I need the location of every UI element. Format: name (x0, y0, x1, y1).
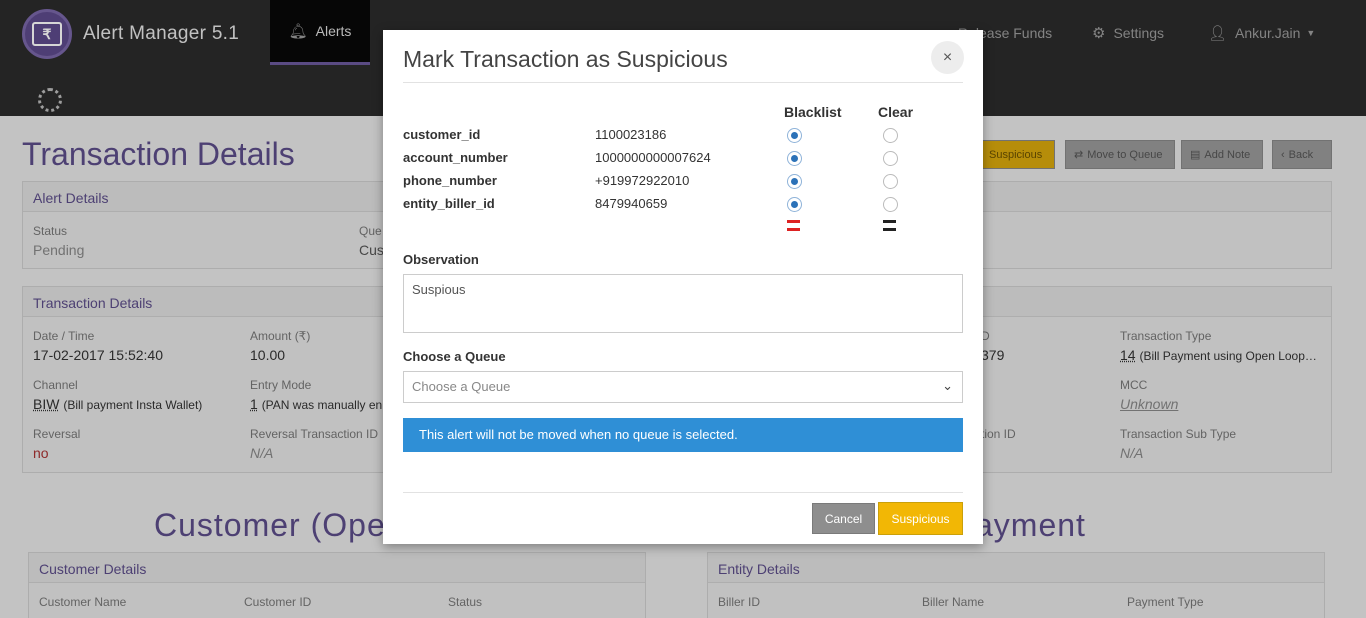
chevron-down-icon: ⌄ (942, 378, 953, 393)
blacklist-radio-entity-biller-id[interactable] (787, 197, 802, 212)
blacklist-radio-customer-id[interactable] (787, 128, 802, 143)
field-name-account-number: account_number (403, 150, 508, 165)
queue-info-alert: This alert will not be moved when no que… (403, 418, 963, 452)
clear-all-icon[interactable] (883, 220, 896, 231)
close-button[interactable]: × (931, 41, 964, 74)
field-value-phone-number: +919972922010 (595, 173, 690, 188)
observation-textarea[interactable]: Suspious (403, 274, 963, 333)
mark-suspicious-button[interactable]: Suspicious (878, 502, 963, 535)
clear-radio-entity-biller-id[interactable] (883, 197, 898, 212)
field-value-entity-biller-id: 8479940659 (595, 196, 668, 211)
blacklist-radio-account-number[interactable] (787, 151, 802, 166)
field-name-customer-id: customer_id (403, 127, 481, 142)
blacklist-all-icon[interactable] (787, 220, 800, 231)
mark-suspicious-modal: Mark Transaction as Suspicious × Blackli… (383, 30, 983, 544)
queue-label: Choose a Queue (403, 349, 506, 364)
clear-radio-phone-number[interactable] (883, 174, 898, 189)
clear-radio-account-number[interactable] (883, 151, 898, 166)
queue-select[interactable]: Choose a Queue ⌄ (403, 371, 963, 403)
field-name-phone-number: phone_number (403, 173, 497, 188)
header-divider (403, 82, 963, 83)
blacklist-radio-phone-number[interactable] (787, 174, 802, 189)
field-name-entity-biller-id: entity_biller_id (403, 196, 495, 211)
queue-select-placeholder: Choose a Queue (412, 379, 511, 394)
footer-divider (403, 492, 963, 493)
field-value-account-number: 1000000000007624 (595, 150, 711, 165)
field-value-customer-id: 1100023186 (595, 127, 667, 142)
cancel-button[interactable]: Cancel (812, 503, 875, 534)
observation-label: Observation (403, 252, 479, 267)
close-icon: × (942, 48, 953, 66)
clear-column-header: Clear (878, 104, 914, 120)
blacklist-column-header: Blacklist (784, 104, 842, 120)
modal-title: Mark Transaction as Suspicious (403, 46, 728, 72)
clear-radio-customer-id[interactable] (883, 128, 898, 143)
